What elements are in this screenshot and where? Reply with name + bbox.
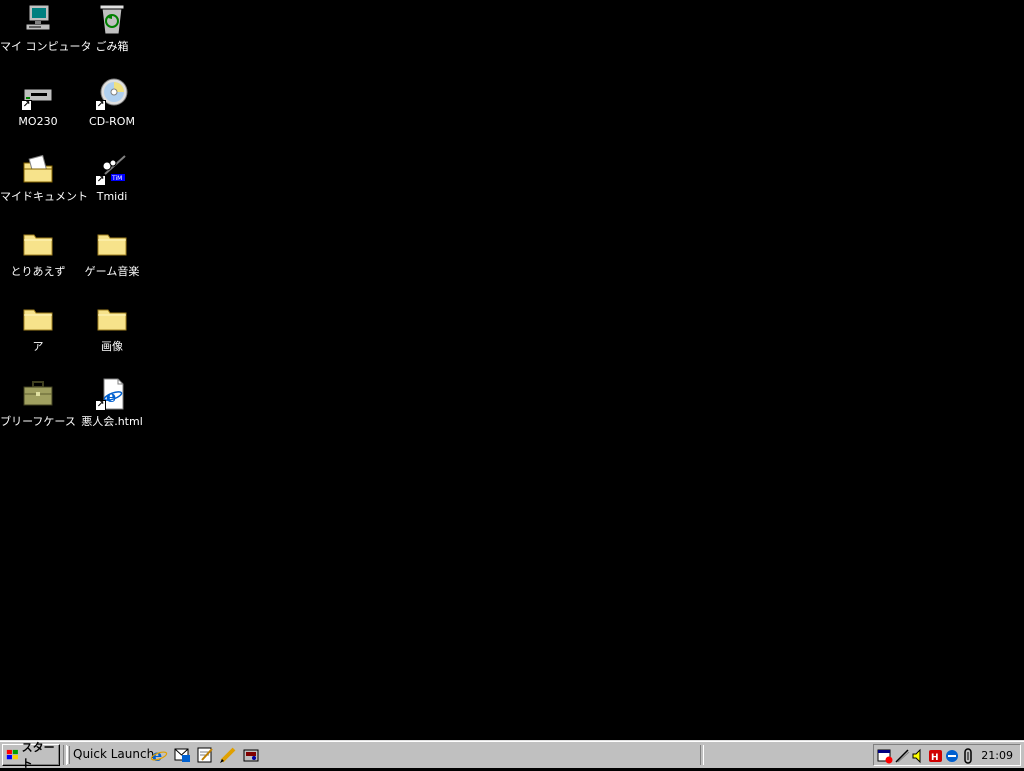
toolbar-grip[interactable] — [67, 746, 70, 764]
taskbar-separator — [700, 745, 704, 765]
folder-icon — [21, 302, 55, 336]
app-icon[interactable] — [242, 746, 260, 764]
desktop-icon-label: マイドキュメント — [0, 190, 88, 203]
desktop-icon-briefcase[interactable]: ブリーフケース — [0, 377, 76, 437]
desktop-icon-folder-game-music[interactable]: ゲーム音楽 — [74, 227, 150, 287]
desktop-icon-label: 画像 — [101, 340, 123, 353]
cd-rom-icon: ↗ — [95, 77, 129, 111]
scheduler-icon[interactable] — [877, 748, 893, 764]
desktop-icon-label: ア — [32, 340, 44, 353]
shortcut-arrow-icon: ↗ — [95, 100, 106, 111]
system-tray: H 21:09 — [873, 744, 1021, 766]
start-button[interactable]: スタート — [2, 741, 60, 770]
desktop-icon-label: MO230 — [18, 115, 58, 128]
mo-drive-icon: ↗ — [21, 77, 55, 111]
desktop-icon-label: ゲーム音楽 — [84, 265, 140, 278]
quick-launch-label: Quick Launch — [73, 747, 155, 761]
pencil-icon[interactable] — [219, 746, 237, 764]
desktop-icon-mo230[interactable]: ↗ MO230 — [0, 77, 76, 137]
desktop-icon-html-file[interactable]: e ↗ 悪人会.html — [74, 377, 150, 437]
notepad-icon[interactable] — [196, 746, 214, 764]
folder-icon — [95, 227, 129, 261]
clock[interactable]: 21:09 — [981, 749, 1013, 762]
shortcut-arrow-icon: ↗ — [95, 400, 106, 411]
folder-icon — [21, 227, 55, 261]
svg-text:TiM: TiM — [111, 175, 122, 182]
desktop-icon-label: CD-ROM — [89, 115, 135, 128]
svg-text:H: H — [931, 753, 939, 763]
outlook-express-icon[interactable] — [173, 746, 191, 764]
pen-icon[interactable] — [894, 748, 910, 764]
desktop-icon-label: ブリーフケース — [0, 415, 76, 428]
recycle-bin-icon — [95, 2, 129, 36]
desktop-icon-label: 悪人会.html — [81, 415, 143, 428]
shortcut-arrow-icon: ↗ — [95, 175, 106, 186]
internet-explorer-icon[interactable]: e — [150, 746, 168, 764]
desktop-icon-tmidi[interactable]: TiM ↗ Tmidi — [74, 152, 150, 212]
folder-icon — [95, 302, 129, 336]
desktop-icon-label: マイ コンピュータ — [0, 40, 92, 53]
ie-tray-icon[interactable] — [944, 748, 960, 764]
ime-icon[interactable]: H — [928, 748, 944, 764]
windows-logo-icon — [6, 749, 18, 760]
desktop-icon-label: ごみ箱 — [95, 40, 129, 53]
briefcase-icon — [21, 377, 55, 411]
desktop-icon-folder-toriaezu[interactable]: とりあえず — [0, 227, 76, 287]
start-button-label: スタート — [21, 741, 55, 770]
shortcut-arrow-icon: ↗ — [21, 100, 32, 111]
desktop-icon-recycle-bin[interactable]: ごみ箱 — [74, 2, 150, 62]
desktop: マイ コンピュータ ごみ箱 ↗ MO230 ↗ CD-ROM マイドキュメント … — [0, 0, 1024, 740]
desktop-icon-folder-images[interactable]: 画像 — [74, 302, 150, 362]
clip-icon[interactable] — [960, 748, 976, 764]
desktop-icon-folder-a[interactable]: ア — [0, 302, 76, 362]
my-documents-icon — [21, 152, 55, 186]
desktop-icon-label: Tmidi — [96, 190, 128, 203]
html-document-icon: e ↗ — [95, 377, 129, 411]
volume-icon[interactable] — [911, 748, 927, 764]
desktop-icon-my-computer[interactable]: マイ コンピュータ — [0, 2, 92, 62]
my-computer-icon — [21, 2, 55, 36]
desktop-icon-cd-rom[interactable]: ↗ CD-ROM — [74, 77, 150, 137]
tmidi-icon: TiM ↗ — [95, 152, 129, 186]
taskbar: スタート Quick Launch e H 21:09 — [0, 740, 1024, 770]
svg-text:e: e — [106, 387, 116, 406]
desktop-icon-label: とりあえず — [10, 265, 66, 278]
desktop-icon-my-documents[interactable]: マイドキュメント — [0, 152, 88, 212]
